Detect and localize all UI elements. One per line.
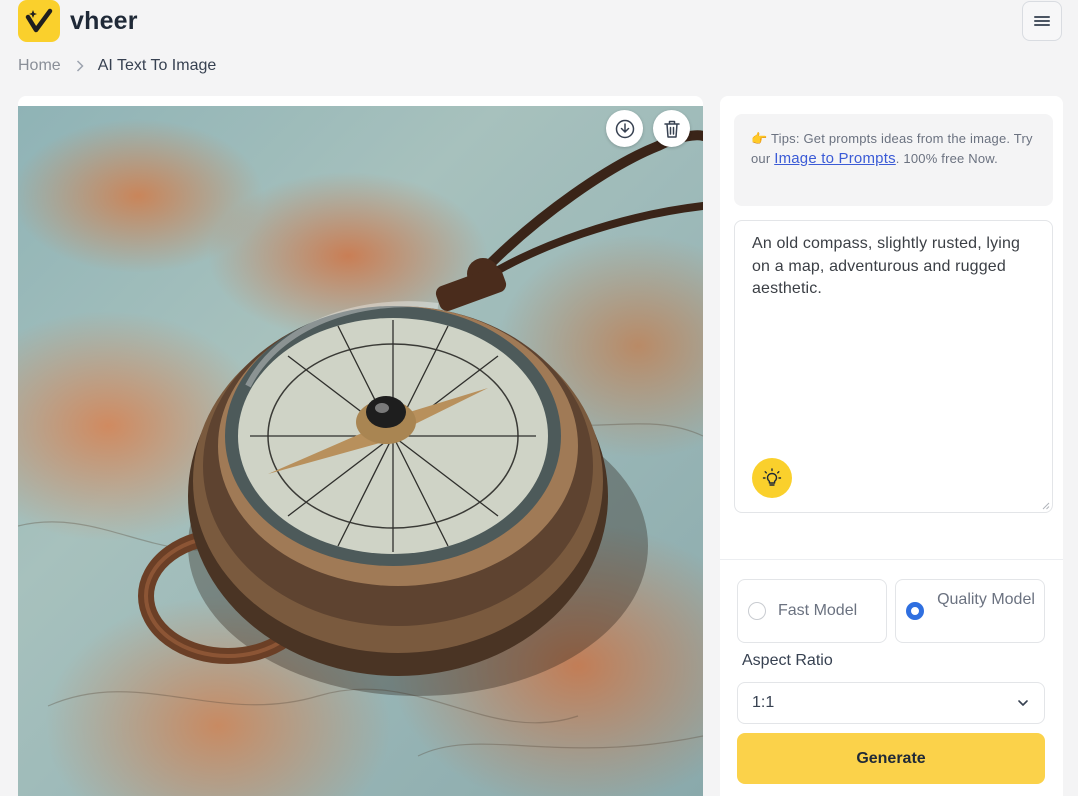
download-button[interactable] <box>606 110 643 147</box>
page: vheer Home AI Text To Image 👉 Tips: Get … <box>0 0 1078 796</box>
tips-box: 👉 Tips: Get prompts ideas from the image… <box>734 114 1053 206</box>
quality-model-option[interactable]: Quality Model <box>895 579 1045 643</box>
divider <box>720 559 1063 560</box>
trash-icon <box>663 120 680 138</box>
breadcrumb: Home AI Text To Image <box>18 57 216 75</box>
aspect-ratio-label: Aspect Ratio <box>742 652 833 669</box>
pointing-hand-icon: 👉 <box>751 131 768 146</box>
logo-mark-icon <box>18 0 60 42</box>
lightbulb-icon <box>762 468 782 486</box>
quality-model-radio[interactable] <box>906 602 924 620</box>
menu-button[interactable] <box>1022 1 1062 41</box>
download-icon <box>615 119 634 138</box>
chevron-down-icon <box>1018 700 1028 706</box>
aspect-ratio-select[interactable]: 1:1 <box>737 682 1045 724</box>
prompt-textarea[interactable]: An old compass, slightly rusted, lying o… <box>734 220 1053 513</box>
tips-text-end: . 100% free Now. <box>895 151 998 166</box>
fast-model-radio[interactable] <box>748 602 766 620</box>
generate-button[interactable]: Generate <box>737 733 1045 784</box>
quality-model-label: Quality Model <box>937 591 1035 608</box>
chevron-right-icon <box>76 60 84 72</box>
prompt-text[interactable]: An old compass, slightly rusted, lying o… <box>752 233 1042 301</box>
generated-image <box>18 106 703 796</box>
prompt-ideas-button[interactable] <box>752 458 792 498</box>
resize-handle-icon[interactable] <box>1042 502 1050 510</box>
fast-model-option[interactable]: Fast Model <box>737 579 887 643</box>
aspect-ratio-value: 1:1 <box>752 694 775 711</box>
logo-text: vheer <box>70 6 138 35</box>
image-to-prompts-link[interactable]: Image to Prompts <box>774 150 896 167</box>
breadcrumb-home-link[interactable]: Home <box>18 57 61 75</box>
image-result-panel <box>18 96 703 796</box>
fast-model-label: Fast Model <box>778 602 858 619</box>
delete-button[interactable] <box>653 110 690 147</box>
hamburger-menu-icon <box>1034 16 1050 26</box>
settings-panel: 👉 Tips: Get prompts ideas from the image… <box>720 96 1063 796</box>
vheer-logo[interactable]: vheer <box>18 0 138 42</box>
breadcrumb-current: AI Text To Image <box>97 57 217 74</box>
